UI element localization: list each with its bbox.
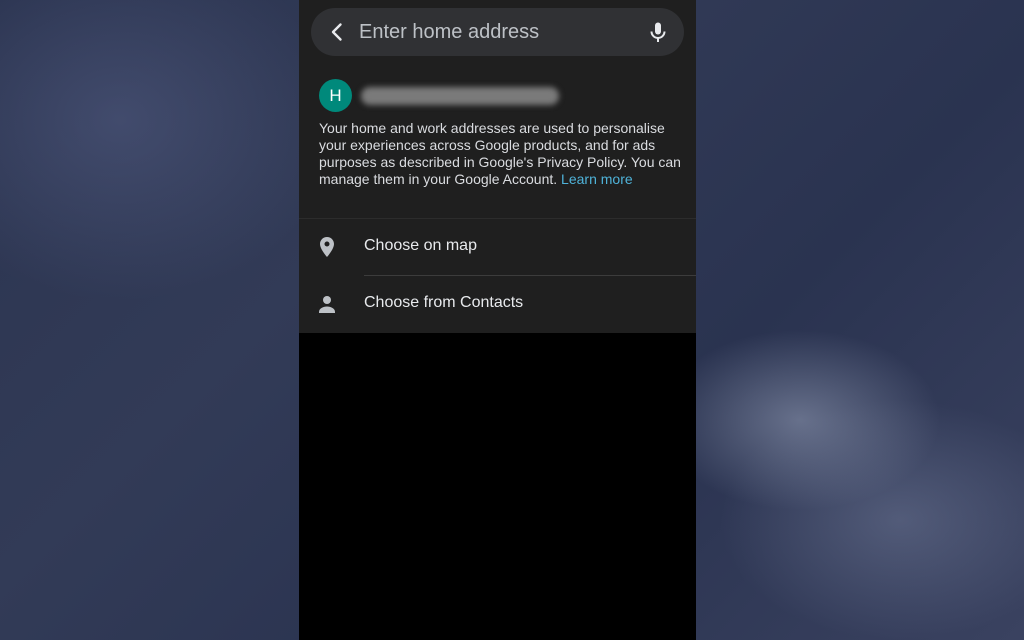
- choose-from-contacts-label: Choose from Contacts: [364, 294, 524, 311]
- address-picker-sheet: H Your home and work addresses are used …: [299, 0, 696, 333]
- account-avatar: H: [319, 79, 352, 112]
- learn-more-link[interactable]: Learn more: [561, 171, 633, 187]
- choose-from-contacts-option[interactable]: Choose from Contacts: [299, 276, 696, 332]
- person-icon: [319, 296, 335, 313]
- arrow-back-icon[interactable]: [325, 20, 349, 44]
- account-email-redacted: [361, 87, 559, 105]
- choose-on-map-label: Choose on map: [364, 237, 477, 254]
- home-address-input[interactable]: [359, 17, 629, 47]
- search-bar: [311, 8, 684, 56]
- phone-screen: H Your home and work addresses are used …: [299, 0, 696, 640]
- microphone-icon[interactable]: [646, 20, 670, 44]
- privacy-notice: Your home and work addresses are used to…: [319, 120, 681, 188]
- map-pin-icon: [320, 237, 334, 257]
- choose-on-map-option[interactable]: Choose on map: [299, 219, 696, 275]
